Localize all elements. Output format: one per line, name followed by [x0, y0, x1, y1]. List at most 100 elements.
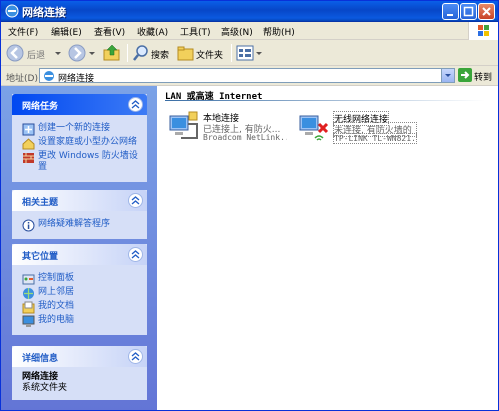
- menu-file[interactable]: 文件(F): [8, 25, 38, 38]
- collapse-button[interactable]: [128, 247, 143, 262]
- collapse-button[interactable]: [128, 349, 143, 364]
- chevron-up-icon: [131, 196, 140, 205]
- details-panel: 详细信息 网络连接 系统文件夹: [12, 346, 147, 400]
- lan-connection-icon: [169, 111, 198, 139]
- maximize-button[interactable]: [460, 3, 477, 20]
- content-area: LAN 或高速 Internet 本地连接 已连接上, 有防火... Broad…: [157, 86, 498, 410]
- wireless-connection-icon: [299, 115, 329, 141]
- go-label: 转到: [474, 73, 493, 83]
- my-computer-label: 我的电脑: [38, 315, 75, 325]
- views-icon: [236, 45, 262, 61]
- local-area-connection[interactable]: 本地连接 已连接上, 有防火... Broadcom NetLink...: [167, 110, 297, 150]
- title-bar[interactable]: 网络连接: [1, 1, 498, 22]
- toolbar: 后退 搜索 文件夹: [1, 40, 498, 66]
- network-troubleshooter-label: 网络疑难解答程序: [38, 219, 111, 229]
- firewall-settings-label: 更改 Windows 防火墙设置: [38, 151, 138, 172]
- other-places-header[interactable]: 其它位置: [12, 244, 147, 265]
- search-icon: [133, 45, 148, 61]
- windows-logo-icon: [468, 22, 498, 40]
- menu-view[interactable]: 查看(V): [94, 25, 125, 38]
- details-name: 网络连接: [22, 372, 59, 382]
- connection-device: Broadcom NetLink...: [203, 133, 287, 142]
- my-documents-link[interactable]: 我的文档: [22, 301, 143, 314]
- address-dropdown-button[interactable]: [441, 69, 454, 82]
- views-button[interactable]: [236, 43, 264, 63]
- network-troubleshooter-link[interactable]: 网络疑难解答程序: [22, 219, 143, 232]
- menu-tools[interactable]: 工具(T): [180, 25, 211, 38]
- search-label: 搜索: [151, 51, 170, 61]
- folders-button[interactable]: 文件夹: [177, 43, 229, 63]
- firewall-settings-link[interactable]: 更改 Windows 防火墙设置: [22, 151, 143, 173]
- up-folder-button[interactable]: [102, 43, 124, 63]
- chevron-up-icon: [131, 352, 140, 361]
- chevron-down-icon: [445, 74, 451, 77]
- control-panel-icon: [22, 274, 35, 285]
- toolbar-separator: [127, 44, 128, 62]
- my-documents-label: 我的文档: [38, 301, 75, 311]
- menu-favorites[interactable]: 收藏(A): [137, 25, 168, 38]
- related-topics-panel: 相关主题 网络疑难解答程序: [12, 190, 147, 239]
- chevron-up-icon: [131, 250, 140, 259]
- related-topics-title: 相关主题: [22, 198, 59, 208]
- address-bar: 地址(D) 网络连接 转到: [1, 66, 498, 86]
- minimize-icon: [447, 14, 453, 16]
- back-button[interactable]: 后退: [5, 43, 63, 63]
- maximize-icon: [463, 6, 474, 17]
- back-dropdown-icon: [55, 52, 61, 55]
- back-arrow-icon: [6, 44, 24, 62]
- firewall-icon: [23, 153, 34, 163]
- forward-dropdown-icon: [89, 52, 95, 55]
- network-places-label: 网上邻居: [38, 287, 75, 297]
- details-header[interactable]: 详细信息: [12, 346, 147, 367]
- new-connection-icon: [22, 123, 35, 136]
- info-icon: [22, 219, 35, 232]
- related-topics-header[interactable]: 相关主题: [12, 190, 147, 211]
- menu-advanced[interactable]: 高级(N): [221, 25, 253, 38]
- address-label: 地址(D): [6, 74, 38, 84]
- menu-help[interactable]: 帮助(H): [263, 25, 295, 38]
- wireless-network-connection[interactable]: 无线网络连接 未连接, 有防火墙的 TP-LINK TL-WN821...: [297, 110, 427, 150]
- window-title: 网络连接: [22, 7, 66, 19]
- my-computer-icon: [22, 315, 35, 327]
- menu-edit[interactable]: 编辑(E): [51, 25, 82, 38]
- setup-home-network-link[interactable]: 设置家庭或小型办公网络: [22, 137, 143, 150]
- create-connection-label: 创建一个新的连接: [38, 123, 111, 133]
- network-tasks-header[interactable]: 网络任务: [12, 94, 147, 115]
- go-arrow-icon: [458, 68, 472, 82]
- setup-home-network-label: 设置家庭或小型办公网络: [38, 137, 138, 147]
- go-button[interactable]: 转到: [458, 68, 496, 83]
- other-places-title: 其它位置: [22, 252, 59, 262]
- control-panel-label: 控制面板: [38, 273, 75, 283]
- my-computer-link[interactable]: 我的电脑: [22, 315, 143, 327]
- folder-icon: [177, 46, 194, 61]
- collapse-button[interactable]: [128, 193, 143, 208]
- other-places-panel: 其它位置 控制面板 网上邻居 我的文档 我的电脑: [12, 244, 147, 335]
- up-folder-icon: [103, 44, 120, 61]
- details-title: 详细信息: [22, 354, 59, 364]
- minimize-button[interactable]: [442, 3, 459, 20]
- search-button[interactable]: 搜索: [132, 43, 174, 63]
- network-places-icon: [23, 288, 34, 299]
- network-connections-icon: [5, 4, 19, 18]
- connection-device: TP-LINK TL-WN821...: [333, 133, 417, 144]
- details-type: 系统文件夹: [22, 383, 68, 393]
- group-divider: [165, 100, 485, 101]
- control-panel-link[interactable]: 控制面板: [22, 273, 143, 285]
- menu-bar: 文件(F) 编辑(E) 查看(V) 收藏(A) 工具(T) 高级(N) 帮助(H…: [1, 22, 498, 40]
- address-value: 网络连接: [58, 74, 95, 84]
- toolbar-separator: [231, 44, 232, 62]
- network-tasks-title: 网络任务: [22, 102, 59, 112]
- home-network-icon: [22, 138, 35, 150]
- forward-button[interactable]: [67, 43, 97, 63]
- chevron-up-icon: [131, 100, 140, 109]
- collapse-button[interactable]: [128, 97, 143, 112]
- address-input[interactable]: 网络连接: [39, 68, 455, 84]
- explorer-window: 网络连接 文件(F) 编辑(E) 查看(V) 收藏(A) 工具(T) 高级(N)…: [0, 0, 499, 411]
- network-tasks-panel: 网络任务 创建一个新的连接 设置家庭或小型办公网络 更改 Windows 防火墙…: [12, 94, 147, 182]
- forward-arrow-icon: [68, 44, 86, 62]
- create-connection-link[interactable]: 创建一个新的连接: [22, 123, 143, 136]
- close-button[interactable]: [478, 3, 495, 20]
- network-places-link[interactable]: 网上邻居: [22, 287, 143, 299]
- task-pane: 网络任务 创建一个新的连接 设置家庭或小型办公网络 更改 Windows 防火墙…: [1, 86, 157, 410]
- my-documents-icon: [22, 301, 35, 314]
